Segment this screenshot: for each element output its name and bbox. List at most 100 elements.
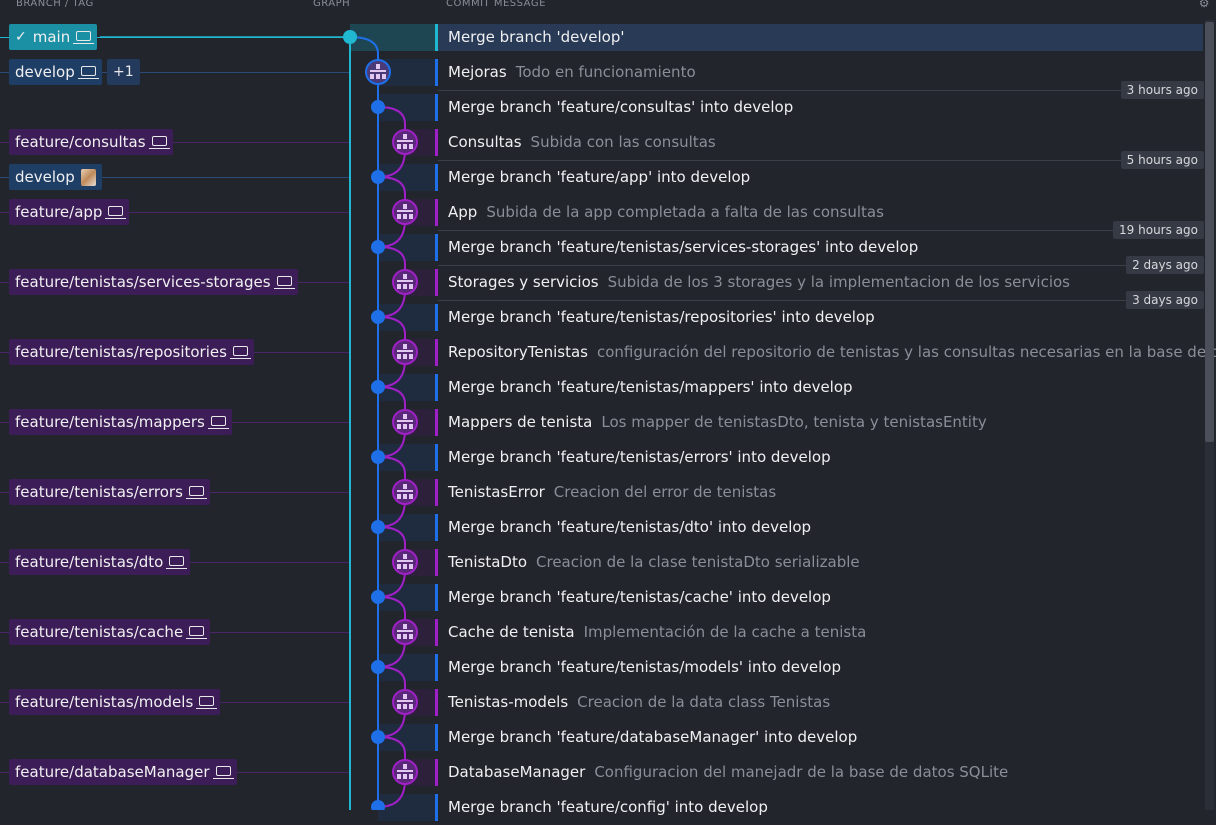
branch-tag-header[interactable]: BRANCH / TAG [16,0,94,9]
commit-row[interactable]: RepositoryTenistas configuración del repo… [0,335,1216,370]
commit-row[interactable]: TenistaDto Creacion de la clase tenistaDt… [0,545,1216,580]
row-shade [405,479,435,506]
commit-row[interactable]: Tenistas-models Creacion de la data class… [0,685,1216,720]
row-shade [405,619,435,646]
branch-label[interactable]: feature/tenistas/services-storages [9,269,298,295]
commit-row[interactable]: Merge branch 'feature/databaseManager' i… [0,720,1216,755]
commit-row[interactable]: Consultas Subida con las consultas 5 hours… [0,125,1216,169]
commit-message[interactable]: Merge branch 'feature/tenistas/repositor… [448,300,875,335]
commit-summary: Merge branch 'feature/tenistas/cache' in… [448,588,831,606]
commit-row[interactable]: Merge branch 'feature/tenistas/errors' i… [0,440,1216,475]
commit-summary: DatabaseManager [448,763,586,781]
commit-row[interactable]: Mejoras Todo en funcionamiento 3 hours ago… [0,55,1216,99]
commit-row[interactable]: Merge branch 'feature/tenistas/cache' in… [0,580,1216,615]
commit-message[interactable]: Mappers de tenista Los mapper de tenistas… [448,405,987,440]
branch-name: feature/tenistas/models [15,693,194,711]
branch-label[interactable]: ✓ main [9,24,98,50]
commit-message[interactable]: Merge branch 'develop' [448,20,624,55]
branch-label[interactable]: develop [9,164,102,190]
commit-message-header[interactable]: COMMIT MESSAGE [446,0,546,9]
commit-color-bar [435,619,438,646]
commit-message[interactable]: Merge branch 'feature/app' into develop [448,160,750,195]
branch-label[interactable]: feature/consultas [9,129,173,155]
commit-color-bar [435,479,438,506]
branch-label[interactable]: feature/tenistas/repositories [9,339,254,365]
commit-message[interactable]: Merge branch 'feature/tenistas/errors' i… [448,440,831,475]
branch-label[interactable]: feature/tenistas/models [9,689,221,715]
commit-message[interactable]: App Subida de la app completada a falta d… [448,195,884,230]
commit-row[interactable]: Merge branch 'develop' ✓ main [0,20,1216,55]
commit-row[interactable]: Storages y servicios Subida de los 3 stor… [0,265,1216,309]
column-header: BRANCH / TAG GRAPH COMMIT MESSAGE ⚙ [0,0,1216,12]
commit-color-bar [435,164,438,191]
commit-row[interactable]: Merge branch 'feature/consultas' into de… [0,90,1216,125]
commit-row[interactable]: Merge branch 'feature/tenistas/models' i… [0,650,1216,685]
commit-row[interactable]: Merge branch 'feature/config' into devel… [0,790,1216,825]
commit-row[interactable]: DatabaseManager Configuracion del manejad… [0,755,1216,790]
commit-summary: TenistasError [448,483,545,501]
commit-message[interactable]: Merge branch 'feature/tenistas/cache' in… [448,580,831,615]
commit-row[interactable]: Cache de tenista Implementación de la cac… [0,615,1216,650]
branch-label[interactable]: feature/databaseManager [9,759,237,785]
commit-color-bar [435,549,438,576]
more-refs-badge[interactable]: +1 [107,59,140,85]
commit-description: Creacion de la data class Tenistas [577,693,831,711]
commit-color-bar [435,374,438,401]
commit-message[interactable]: Merge branch 'feature/databaseManager' i… [448,720,857,755]
commit-row[interactable]: Merge branch 'feature/tenistas/services-… [0,230,1216,274]
commit-message[interactable]: DatabaseManager Configuracion del manejad… [448,755,1008,790]
commit-row[interactable]: TenistasError Creacion del error de tenis… [0,475,1216,510]
commit-description: Creacion de la clase tenistaDto serializ… [536,553,860,571]
commit-color-bar [435,689,438,716]
commit-row[interactable]: App Subida de la app completada a falta d… [0,195,1216,239]
commit-row[interactable]: Merge branch 'feature/tenistas/mappers' … [0,370,1216,405]
commit-row[interactable]: Merge branch 'feature/tenistas/repositor… [0,300,1216,335]
commit-message[interactable]: Storages y servicios Subida de los 3 stor… [448,265,1070,300]
laptop-icon [148,136,170,149]
commit-message[interactable]: Merge branch 'feature/consultas' into de… [448,90,793,125]
commit-message[interactable]: Consultas Subida con las consultas [448,125,716,160]
branch-label[interactable]: feature/tenistas/mappers [9,409,232,435]
commit-summary: RepositoryTenistas [448,343,588,361]
commit-color-bar [435,94,438,121]
row-shade [378,654,435,681]
commit-message[interactable]: Merge branch 'feature/tenistas/services-… [448,230,918,265]
commit-summary: Cache de tenista [448,623,575,641]
branch-label[interactable]: feature/app [9,199,130,225]
branch-name: feature/tenistas/dto [15,553,164,571]
branch-name: feature/tenistas/services-storages [15,273,271,291]
branch-label[interactable]: develop [9,59,102,85]
branch-label[interactable]: feature/tenistas/cache [9,619,211,645]
commit-color-bar [435,234,438,261]
branch-label[interactable]: feature/tenistas/errors [9,479,210,505]
laptop-icon [77,66,99,79]
commit-message[interactable]: Tenistas-models Creacion de la data class… [448,685,830,720]
commit-message[interactable]: Merge branch 'feature/config' into devel… [448,790,768,825]
branch-label[interactable]: feature/tenistas/dto [9,549,191,575]
commit-row[interactable]: Mappers de tenista Los mapper de tenistas… [0,405,1216,440]
branch-name: feature/tenistas/cache [15,623,184,641]
gear-icon[interactable]: ⚙ [1199,0,1210,10]
laptop-icon [207,416,229,429]
commit-summary: Merge branch 'feature/tenistas/mappers' … [448,378,853,396]
commit-message[interactable]: TenistaDto Creacion de la clase tenistaDt… [448,545,860,580]
commit-message[interactable]: Merge branch 'feature/tenistas/mappers' … [448,370,853,405]
commit-message[interactable]: Cache de tenista Implementación de la cac… [448,615,866,650]
commit-message[interactable]: TenistasError Creacion del error de tenis… [448,475,776,510]
commit-message[interactable]: Mejoras Todo en funcionamiento [448,55,696,90]
row-shade [350,24,435,51]
scrollbar-thumb[interactable] [1205,22,1214,442]
commit-description: configuración del repositorio de tenista… [596,343,1216,361]
commit-message[interactable]: RepositoryTenistas configuración del repo… [448,335,1216,370]
commit-message[interactable]: Merge branch 'feature/tenistas/dto' into… [448,510,811,545]
commit-row[interactable]: Merge branch 'feature/app' into develop d… [0,160,1216,195]
commit-color-bar [435,269,438,296]
commit-color-bar [435,199,438,226]
commit-row[interactable]: Merge branch 'feature/tenistas/dto' into… [0,510,1216,545]
commit-description: Creacion del error de tenistas [553,483,777,501]
graph-header[interactable]: GRAPH [313,0,350,9]
row-shade [405,199,435,226]
laptop-icon [73,31,95,44]
commit-message[interactable]: Merge branch 'feature/tenistas/models' i… [448,650,841,685]
branch-name: main [32,28,71,46]
